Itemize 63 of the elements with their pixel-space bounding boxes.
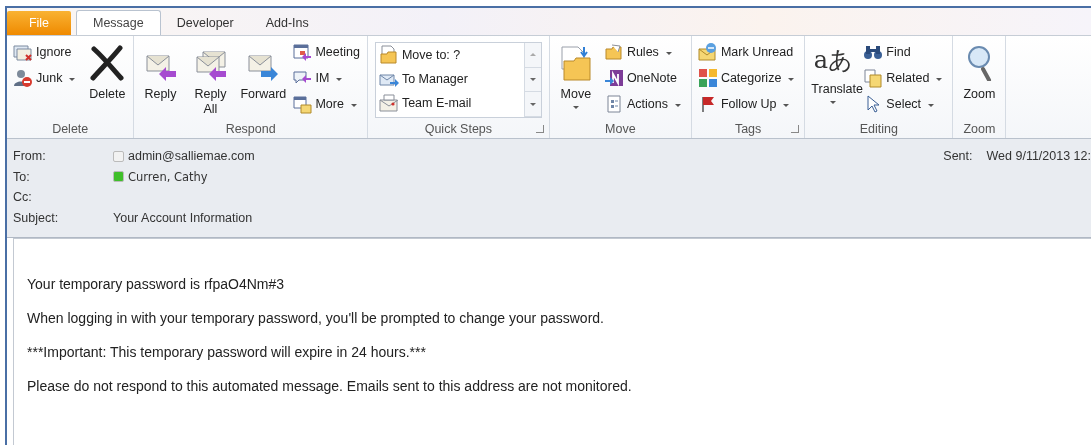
person-icon xyxy=(13,68,33,88)
ribbon-button[interactable]: Reply All xyxy=(185,40,236,119)
field-value: Wed 9/11/2013 12: xyxy=(986,149,1091,163)
contact-name[interactable]: Curren, Cathy xyxy=(128,169,208,184)
ribbon-button[interactable]: Select xyxy=(860,92,950,116)
folder-icon xyxy=(378,45,399,65)
ribbon-button[interactable]: Follow Up xyxy=(694,92,802,116)
folder-icon xyxy=(603,42,624,62)
envelope-icon xyxy=(378,93,399,113)
dialog-launcher-icon[interactable] xyxy=(791,125,800,133)
expand-gallery-button[interactable] xyxy=(524,92,541,117)
ribbon-button[interactable]: Delete xyxy=(84,40,131,104)
ribbon-button[interactable]: Rules xyxy=(600,40,688,64)
calendar-icon xyxy=(292,42,313,62)
ribbon-button[interactable]: Ignore xyxy=(10,40,83,64)
ribbon-button[interactable]: Junk xyxy=(10,66,83,90)
group-label: Delete xyxy=(52,122,89,136)
quick-step[interactable]: To Manager xyxy=(375,67,524,91)
ribbon-button[interactable]: IM xyxy=(289,66,364,90)
calendar-icon xyxy=(292,94,313,114)
group-label: Respond xyxy=(225,122,276,136)
dialog-launcher-icon[interactable] xyxy=(535,125,544,133)
message-paragraph: ***Important: This temporary password will expire in 24 hours.*** xyxy=(27,345,427,360)
field-value: Your Account Information xyxy=(113,210,253,225)
ribbon-button[interactable]: Mark Unread xyxy=(694,40,802,64)
quick-step[interactable]: Team E-mail xyxy=(375,91,524,115)
translate-icon: aあ xyxy=(813,42,853,82)
group-label: Zoom xyxy=(963,122,996,136)
ribbon-button[interactable]: Reply xyxy=(137,40,184,104)
ribbon-tab[interactable]: Developer xyxy=(160,11,250,35)
message-paragraph: Your temporary password is rfpaO4Nm#3 xyxy=(27,277,286,292)
ribbon-button[interactable]: Move xyxy=(552,40,599,111)
color-squares-icon xyxy=(697,68,718,88)
contact-name[interactable]: admin@salliemae.com xyxy=(128,149,255,164)
ribbon-tab[interactable]: Message xyxy=(76,10,161,35)
group-label: Editing xyxy=(859,122,898,136)
group-label: Move xyxy=(605,122,636,136)
group-label: Tags xyxy=(734,122,762,136)
documents-icon xyxy=(863,68,884,88)
scroll-up-button[interactable] xyxy=(524,43,541,68)
field-label: Cc: xyxy=(13,190,33,205)
ribbon-button[interactable]: More xyxy=(289,92,364,116)
field-label: To: xyxy=(13,169,31,184)
ribbon-button[interactable]: Zoom xyxy=(956,40,1003,104)
ribbon-button[interactable]: Forward xyxy=(237,40,288,104)
field-label: Subject: xyxy=(13,210,60,225)
envelope-icon xyxy=(697,42,718,62)
ribbon-button[interactable]: OneNote xyxy=(600,66,688,90)
ribbon-button[interactable]: Meeting xyxy=(289,40,364,64)
field-label: Sent: xyxy=(943,149,973,163)
ribbon-button[interactable]: Actions xyxy=(600,92,688,116)
message-paragraph: Please do not respond to this automated message. Emails sent to this address are not monitored. xyxy=(27,379,633,394)
envelopes-icon xyxy=(13,42,33,62)
ribbon-tab[interactable]: Add-Ins xyxy=(249,11,325,35)
notebook-icon xyxy=(603,68,624,88)
x-mark-icon xyxy=(89,45,126,81)
field-label: From: xyxy=(13,149,47,164)
ribbon-button[interactable]: Find xyxy=(860,40,950,64)
ribbon-button[interactable]: Categorize xyxy=(694,66,802,90)
quick-step[interactable]: Move to: ? xyxy=(375,43,524,67)
message-paragraph: When logging in with your temporary password, you'll be prompted to change your password. xyxy=(27,311,605,326)
scroll-down-button[interactable] xyxy=(524,67,541,93)
group-label: Quick Steps xyxy=(424,122,493,136)
